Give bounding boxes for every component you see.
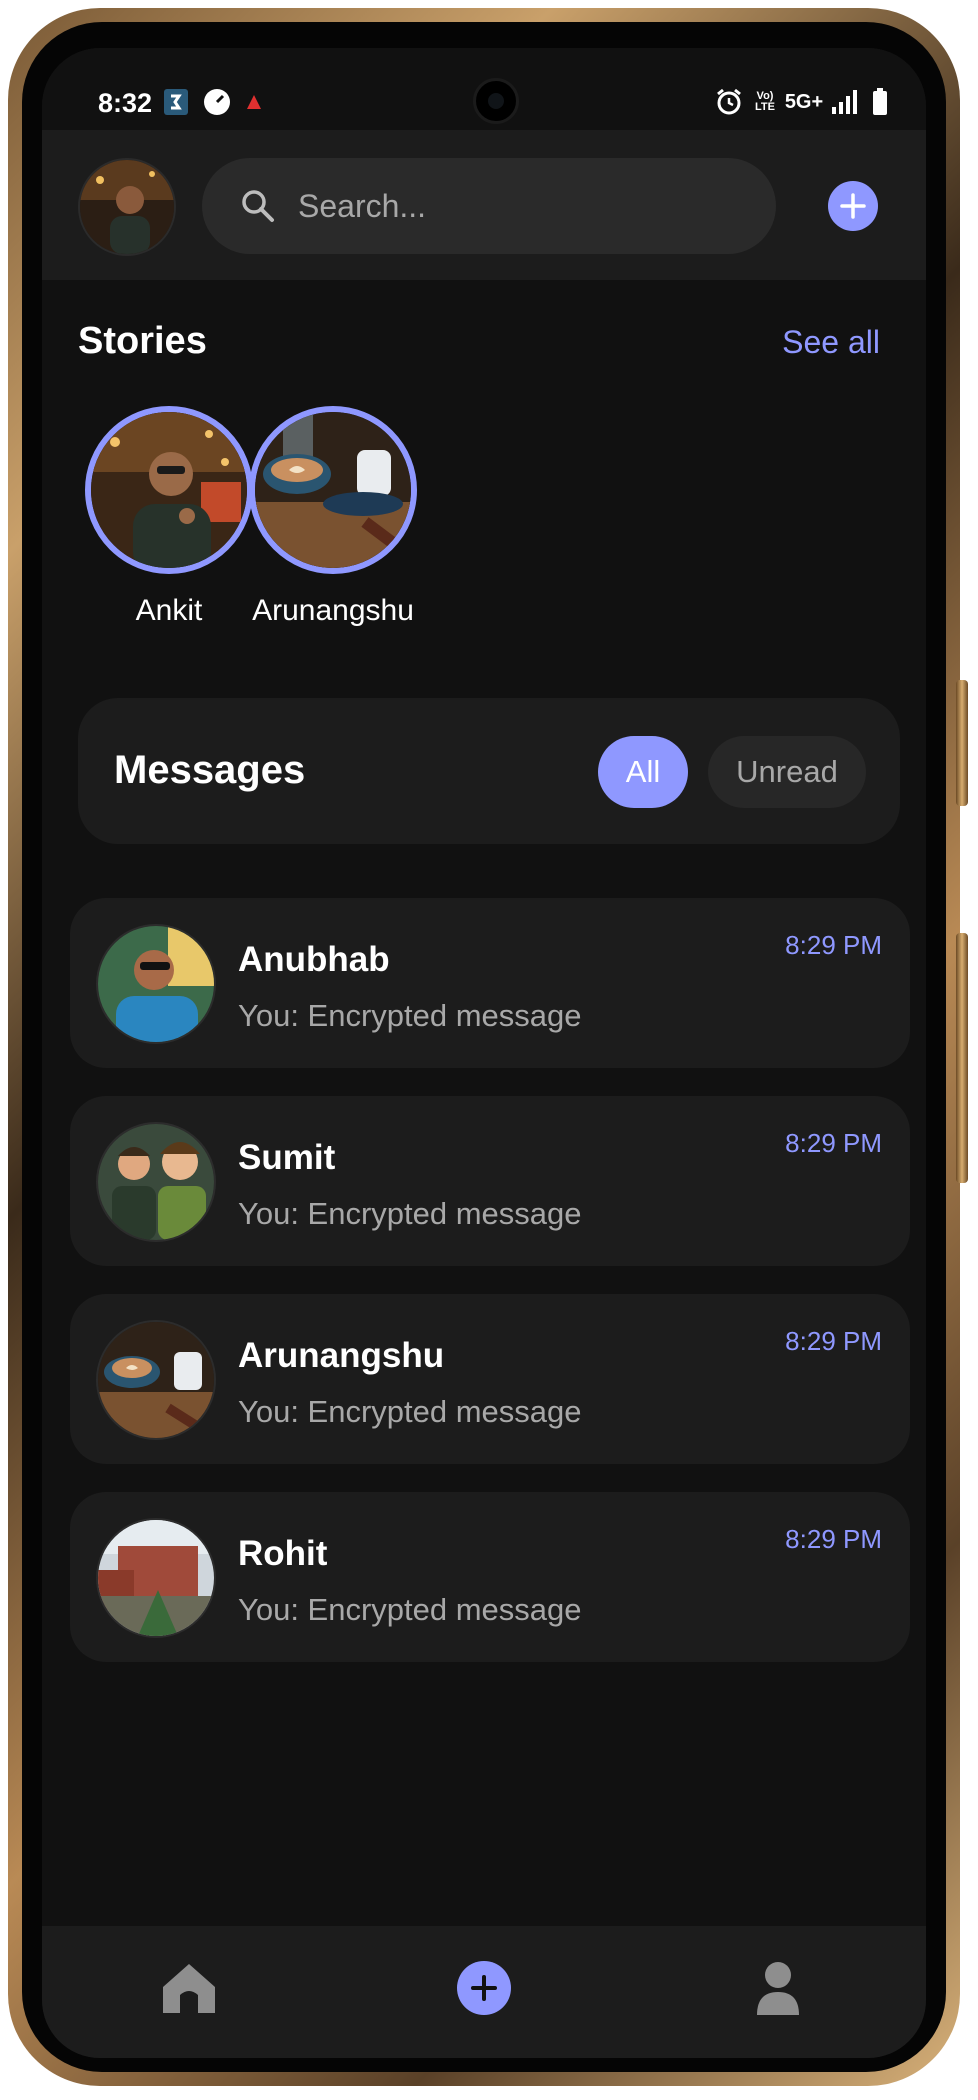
nav-add-button[interactable] (444, 1948, 524, 2028)
story-name: Arunangshu (252, 594, 414, 627)
contact-name: Arunangshu (238, 1336, 445, 1375)
message-time: 8:29 PM (785, 1128, 882, 1158)
nav-home-button[interactable] (149, 1948, 229, 2028)
profile-icon (757, 1962, 799, 2015)
message-time: 8:29 PM (785, 1524, 882, 1554)
story-avatar (85, 406, 253, 574)
user-avatar[interactable] (78, 158, 176, 256)
chat-list-item[interactable]: Rohit You: Encrypted message 8:29 PM (70, 1492, 910, 1662)
message-preview: You: Encrypted message (238, 998, 582, 1033)
search-icon (242, 190, 274, 222)
app-screen: 8:32 Vo) LTE 5G+ Search... Stories See a… (42, 48, 926, 2058)
contact-avatar (96, 924, 216, 1044)
story-item[interactable]: Arunangshu (238, 406, 428, 628)
message-preview: You: Encrypted message (238, 1592, 582, 1627)
see-all-link[interactable]: See all (782, 324, 880, 361)
message-time: 8:29 PM (785, 1326, 882, 1356)
front-camera (473, 78, 519, 124)
contact-avatar (96, 1122, 216, 1242)
contact-name: Anubhab (238, 940, 390, 979)
contact-name: Sumit (238, 1138, 336, 1177)
messages-heading: Messages (114, 748, 306, 792)
contact-name: Rohit (238, 1534, 328, 1573)
volume-button (956, 680, 968, 806)
message-preview: You: Encrypted message (238, 1196, 582, 1231)
message-preview: You: Encrypted message (238, 1394, 582, 1429)
bottom-navigation (42, 1926, 926, 2058)
contact-avatar (96, 1320, 216, 1440)
search-bar[interactable] (202, 158, 776, 254)
app-notification-icon (162, 88, 190, 116)
filter-all-tab[interactable]: All (598, 736, 688, 808)
status-time: 8:32 (98, 88, 153, 118)
volte-indicator: Vo) LTE (755, 90, 775, 113)
home-icon (163, 1964, 215, 2013)
network-type: 5G+ (784, 90, 824, 113)
add-icon (457, 1961, 511, 2015)
chat-list-item[interactable]: Anubhab You: Encrypted message 8:29 PM (70, 898, 910, 1068)
phone-frame: 8:32 Vo) LTE 5G+ Search... Stories See a… (8, 8, 968, 2086)
plus-icon (840, 193, 866, 219)
speedometer-icon (202, 88, 232, 116)
nav-profile-button[interactable] (738, 1948, 818, 2028)
chat-list-item[interactable]: Sumit You: Encrypted message 8:29 PM (70, 1096, 910, 1266)
signal-icon (830, 88, 860, 116)
top-header (42, 130, 926, 280)
battery-icon (870, 88, 890, 116)
status-bar: 8:32 Vo) LTE 5G+ (42, 48, 926, 130)
story-item[interactable]: Ankit (74, 406, 264, 628)
new-chat-button[interactable] (828, 181, 878, 231)
message-time: 8:29 PM (785, 930, 882, 960)
power-button (956, 933, 968, 1183)
story-avatar (249, 406, 417, 574)
alarm-icon (714, 88, 744, 116)
filter-unread-tab[interactable]: Unread (708, 736, 866, 808)
chat-list-item[interactable]: Arunangshu You: Encrypted message 8:29 P… (70, 1294, 910, 1464)
search-input[interactable] (296, 186, 740, 226)
contact-avatar (96, 1518, 216, 1638)
alert-icon (244, 88, 264, 116)
messages-header: Messages All Unread (78, 698, 900, 844)
stories-heading: Stories (78, 320, 207, 362)
story-name: Ankit (135, 594, 203, 627)
